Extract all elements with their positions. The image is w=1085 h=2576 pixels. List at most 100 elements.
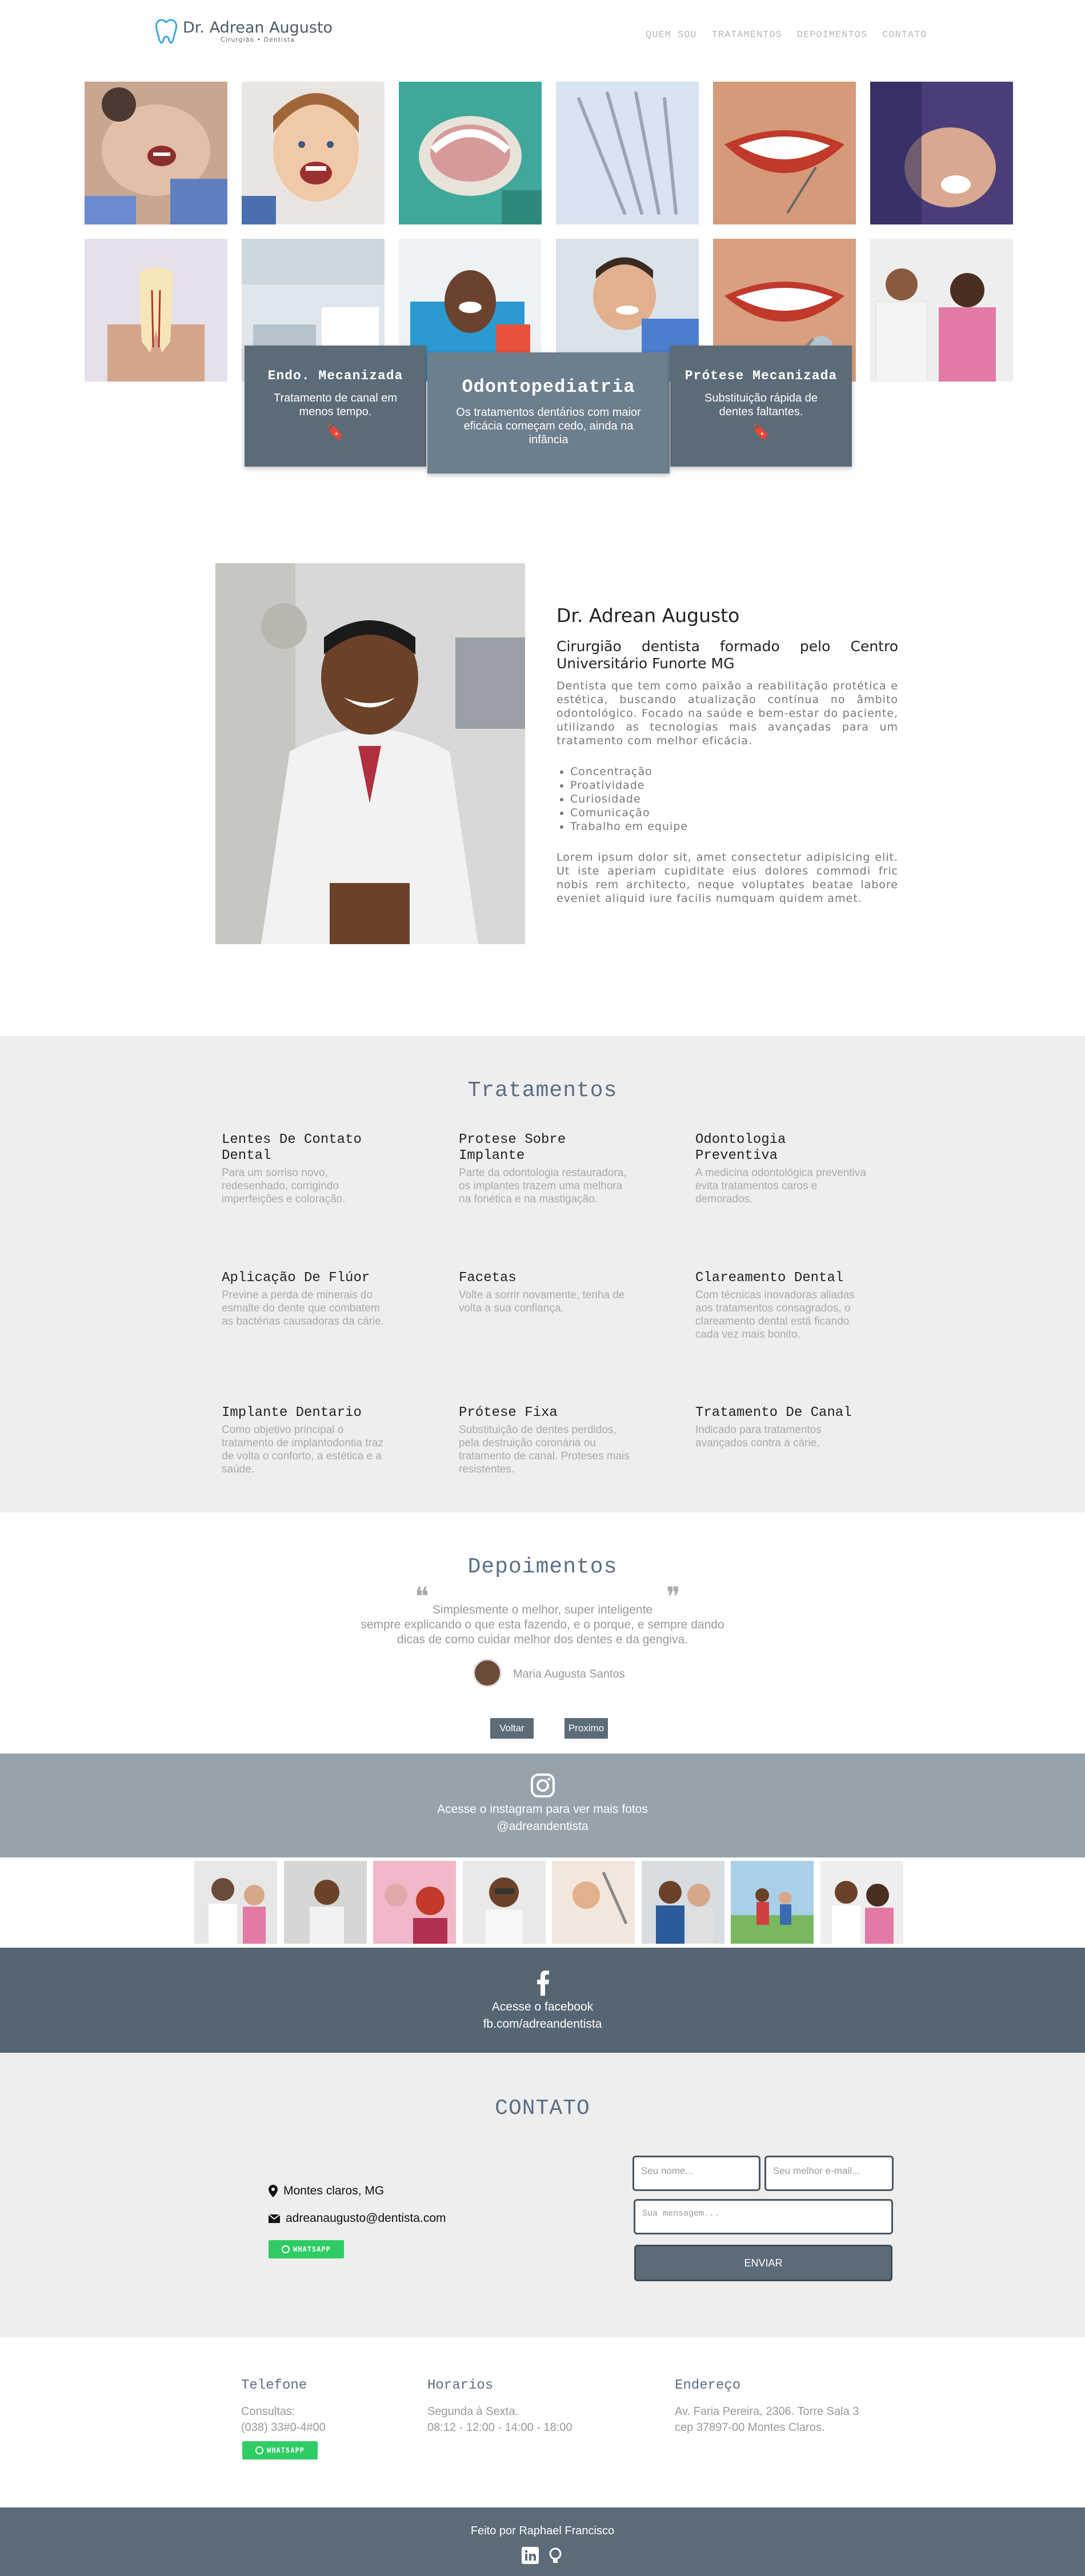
address-info: Endereço Av. Faria Pereira, 2306. Torre … — [675, 2378, 859, 2435]
testimonial-author: Maria Augusta Santos — [513, 1668, 625, 1680]
card-endo-mecanizada[interactable]: Endo. Mecanizada Tratamento de canal em … — [245, 346, 426, 467]
treatment-text: Com técnicas inovadoras aliadas aos trat… — [695, 1289, 855, 1341]
photo-dental-model — [399, 82, 542, 224]
instagram-photo[interactable] — [463, 1861, 546, 1944]
footer-credit: Feito por Raphael Francisco — [470, 2525, 615, 2537]
card-title: Endo. Mecanizada — [267, 368, 403, 383]
treatment-title: Aplicação De Flúor — [222, 1270, 370, 1286]
testimonial-line: Simplesmente o melhor, super inteligente — [432, 1603, 653, 1616]
prev-button[interactable]: Voltar — [490, 1718, 534, 1739]
depoimentos-title: Depoimentos — [467, 1555, 618, 1579]
whatsapp-button-footer[interactable]: WHATSAPP — [242, 2441, 318, 2459]
photo-dentist-couple — [870, 239, 1013, 382]
facebook-text: Acesse o facebook — [491, 2000, 594, 2013]
linkedin-icon[interactable] — [521, 2547, 539, 2564]
whatsapp-icon — [282, 2245, 290, 2253]
send-button[interactable]: ENVIAR — [634, 2245, 892, 2281]
nav-tratamentos[interactable]: TRATAMENTOS — [712, 30, 782, 41]
logo-name: Dr. Adrean Augusto — [183, 18, 333, 37]
hours-info: Horarios Segunda à Sexta. 08:12 - 12:00 … — [427, 2378, 572, 2435]
treatment-item: Facetas Volte a sorrir novamente, tenha d… — [459, 1270, 630, 1315]
instagram-text: Acesse o instagram para ver mais fotos — [437, 1803, 648, 1816]
instagram-photo[interactable] — [642, 1861, 724, 1944]
avatar — [473, 1659, 502, 1687]
bookmark-icon: 🔖 — [751, 423, 771, 440]
instagram-banner[interactable]: Acesse o instagram para ver mais fotos @… — [0, 1754, 1085, 1857]
phone-info: Telefone Consultas: (038) 33#0-4#00 — [241, 2378, 326, 2435]
tratamentos-title: Tratamentos — [467, 1078, 618, 1103]
message-textarea[interactable]: Sua mensagem... — [634, 2199, 893, 2234]
card-title: Odontopediatria — [462, 376, 635, 398]
next-button[interactable]: Proximo — [564, 1718, 608, 1739]
address-street: Av. Faria Pereira, 2306. Torre Sala 3 — [675, 2405, 859, 2418]
treatment-item: Aplicação De Flúor Previne a perda de min… — [222, 1270, 393, 1328]
treatment-text: A medicina odontológica preventiva evita… — [695, 1167, 866, 1205]
about-subtitle: Cirurgião dentista formado pelo Centro U… — [556, 638, 898, 672]
hours-days: Segunda à Sexta. — [427, 2405, 519, 2418]
site-footer: Feito por Raphael Francisco — [0, 2507, 1085, 2576]
location-line: Montes claros, MG — [269, 2184, 384, 2198]
treatment-title: Protese Sobre Implante — [459, 1132, 566, 1163]
main-nav: QUEM SOU TRATAMENTOS DEPOIMENTOS CONTATO — [646, 30, 927, 41]
address-title: Endereço — [675, 2378, 741, 2393]
nav-quem-sou[interactable]: QUEM SOU — [646, 30, 697, 41]
testimonial-line: sempre explicando o que esta fazendo, e … — [361, 1618, 724, 1631]
facebook-banner[interactable]: Acesse o facebook fb.com/adreandentista — [0, 1948, 1085, 2053]
card-text: Tratamento de canal em menos tempo. — [273, 392, 398, 418]
card-protese-mecanizada[interactable]: Prótese Mecanizada Substituição rápida d… — [670, 346, 852, 467]
tooth-logo-icon — [155, 19, 178, 44]
treatment-item: Protese Sobre Implante Parte da odontolog… — [459, 1132, 630, 1206]
phone-label: Consultas: — [241, 2405, 295, 2418]
github-icon[interactable] — [547, 2547, 564, 2564]
treatment-text: Volte a sorrir novamente, tenha de volta… — [459, 1289, 625, 1314]
treatment-text: Substituição de dentes perdidos, pela de… — [459, 1424, 630, 1475]
skill-item: Concentração — [570, 765, 898, 779]
facebook-icon — [537, 1971, 549, 1996]
about-lorem: Lorem ipsum dolor sit, amet consectetur … — [556, 851, 898, 905]
whatsapp-button[interactable]: WHATSAPP — [269, 2240, 344, 2258]
about-section: Dr. Adrean Augusto Cirurgião dentista fo… — [556, 604, 898, 905]
treatment-text: Indicado para tratamentos avançados cont… — [695, 1424, 822, 1449]
mail-icon — [269, 2214, 280, 2223]
whatsapp-icon — [255, 2446, 264, 2454]
photo-dental-tools — [556, 82, 699, 224]
tratamentos-section: Tratamentos Lentes De Contato Dental Para… — [0, 1036, 1085, 1512]
instagram-photo[interactable] — [820, 1861, 903, 1944]
treatment-text: Previne a perda de minerais do esmalte d… — [222, 1289, 385, 1327]
logo-subtitle: Cirurgião • Dentista — [221, 35, 295, 43]
treatment-text: Como objetivo principal o tratamento de … — [222, 1424, 384, 1475]
instagram-photo[interactable] — [731, 1861, 814, 1944]
photo-patient-purple — [870, 82, 1013, 224]
instagram-photo[interactable] — [552, 1861, 635, 1944]
email-input[interactable]: Seu melhor e-mail... — [764, 2156, 894, 2191]
treatment-item: Implante Dentario Como objetivo principal… — [222, 1405, 393, 1476]
treatment-item: Tratamento De Canal Indicado para tratame… — [695, 1405, 867, 1450]
phone-title: Telefone — [241, 2378, 307, 2393]
instagram-handle: @adreandentista — [497, 1820, 588, 1833]
card-odontopediatria[interactable]: Odontopediatria Os tratamentos dentários… — [427, 352, 670, 474]
instagram-photo[interactable] — [194, 1861, 277, 1944]
facebook-handle: fb.com/adreandentista — [483, 2017, 602, 2031]
treatment-title: Odontologia Preventiva — [695, 1132, 786, 1163]
nav-contato[interactable]: CONTATO — [882, 30, 927, 41]
photo-woman-smile — [713, 82, 856, 224]
card-title: Prótese Mecanizada — [684, 368, 838, 383]
instagram-photo[interactable] — [284, 1861, 367, 1944]
treatment-title: Clareamento Dental — [695, 1270, 844, 1286]
logo[interactable]: Dr. Adrean Augusto Cirurgião • Dentista — [153, 17, 333, 46]
email-line[interactable]: adreanaugusto@dentista.com — [269, 2212, 446, 2225]
bookmark-icon: 🔖 — [326, 423, 345, 440]
instagram-icon — [530, 1773, 555, 1797]
whatsapp-label: WHATSAPP — [293, 2245, 331, 2253]
location-pin-icon — [269, 2185, 278, 2197]
treatment-title: Implante Dentario — [222, 1405, 362, 1421]
nav-depoimentos[interactable]: DEPOIMENTOS — [797, 30, 867, 41]
site-header: Dr. Adrean Augusto Cirurgião • Dentista … — [0, 0, 1085, 74]
contato-section: CONTATO Montes claros, MG adreanaugusto@… — [0, 2054, 1085, 2337]
phone-number: (038) 33#0-4#00 — [241, 2421, 326, 2434]
city-text: Montes claros, MG — [283, 2184, 385, 2197]
skill-item: Curiosidade — [570, 792, 898, 806]
instagram-photo[interactable] — [373, 1861, 456, 1944]
name-input[interactable]: Seu nome... — [632, 2156, 760, 2191]
photo-child-smile — [242, 82, 385, 224]
